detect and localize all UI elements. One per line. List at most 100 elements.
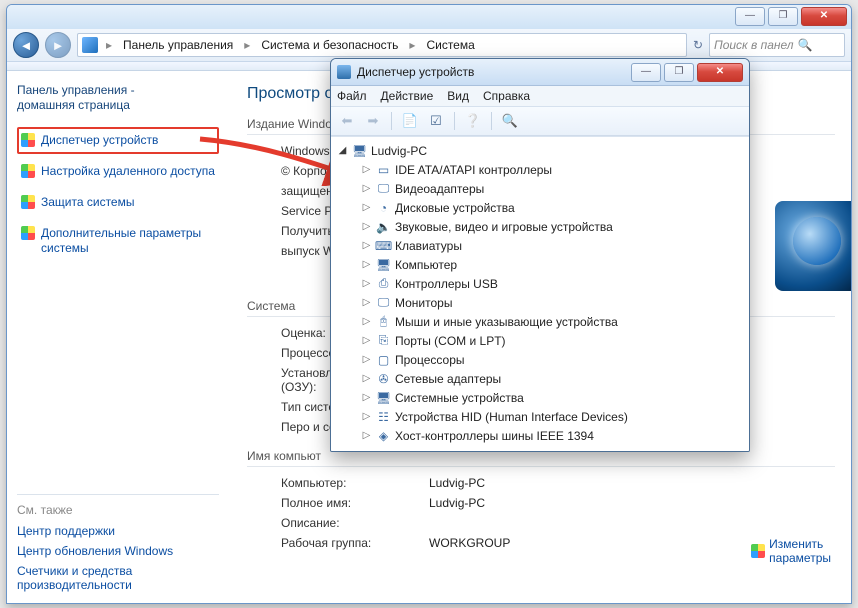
- tree-node-label: Видеоадаптеры: [395, 182, 484, 196]
- fullname-label: Полное имя:: [281, 496, 421, 510]
- expander-icon[interactable]: [361, 221, 372, 232]
- main-close-button[interactable]: [801, 7, 847, 26]
- dm-title: Диспетчер устройств: [357, 65, 625, 79]
- device-tree[interactable]: 🖥Ludvig-PC▭IDE ATA/ATAPI контроллеры🖵Вид…: [331, 136, 749, 452]
- system-icon: 🖥: [376, 390, 391, 405]
- breadcrumb-sep: ▸: [240, 38, 254, 52]
- see-also-performance[interactable]: Счетчики и средства производительности: [17, 561, 219, 595]
- expander-icon[interactable]: [361, 316, 372, 327]
- tb-scan-button[interactable]: 🔍: [498, 109, 522, 133]
- expander-icon[interactable]: [361, 430, 372, 441]
- tree-node-label: Сетевые адаптеры: [395, 372, 501, 386]
- expander-icon[interactable]: [361, 183, 372, 194]
- tree-node[interactable]: ⎘Порты (COM и LPT): [335, 331, 745, 350]
- monitor-icon: 🖵: [376, 295, 391, 310]
- tree-node[interactable]: ☷Устройства HID (Human Interface Devices…: [335, 407, 745, 426]
- tree-root-label: Ludvig-PC: [371, 144, 427, 158]
- tree-node[interactable]: 🖥Компьютер: [335, 255, 745, 274]
- breadcrumb-sep: ▸: [405, 38, 419, 52]
- tree-node[interactable]: 🖰Мыши и иные указывающие устройства: [335, 312, 745, 331]
- breadcrumb-security[interactable]: Система и безопасность: [258, 38, 401, 52]
- expander-icon[interactable]: [361, 202, 372, 213]
- expander-icon[interactable]: [337, 145, 348, 156]
- keyboard-icon: ⌨: [376, 238, 391, 253]
- tree-node[interactable]: ▭IDE ATA/ATAPI контроллеры: [335, 160, 745, 179]
- expander-icon[interactable]: [361, 392, 372, 403]
- dm-titlebar[interactable]: Диспетчер устройств: [331, 59, 749, 86]
- expander-icon[interactable]: [361, 278, 372, 289]
- tree-node[interactable]: 🔈Звуковые, видео и игровые устройства: [335, 217, 745, 236]
- tree-node[interactable]: ⎙Контроллеры USB: [335, 274, 745, 293]
- dm-menubar: Файл Действие Вид Справка: [331, 86, 749, 107]
- expander-icon[interactable]: [361, 354, 372, 365]
- network-icon: ✇: [376, 371, 391, 386]
- shield-icon: [21, 195, 35, 209]
- main-maximize-button[interactable]: [768, 7, 798, 26]
- address-bar[interactable]: ▸ Панель управления ▸ Система и безопасн…: [77, 33, 687, 57]
- dm-minimize-button[interactable]: [631, 63, 661, 82]
- search-placeholder: Поиск в панел: [714, 38, 794, 52]
- expander-icon[interactable]: [361, 164, 372, 175]
- tb-help-button[interactable]: ❔: [461, 109, 485, 133]
- menu-file[interactable]: Файл: [337, 89, 367, 103]
- computer-label: Компьютер:: [281, 476, 421, 490]
- cpu-icon: ▢: [376, 352, 391, 367]
- tree-node-label: Хост-контроллеры шины IEEE 1394: [395, 429, 594, 443]
- menu-help[interactable]: Справка: [483, 89, 530, 103]
- tree-node[interactable]: 🖵Видеоадаптеры: [335, 179, 745, 198]
- sidebar-item-system-protection[interactable]: Защита системы: [17, 189, 219, 216]
- tb-properties-button[interactable]: ☑: [424, 109, 448, 133]
- tree-node[interactable]: ✇ Сетевые адаптеры: [335, 369, 745, 388]
- dm-toolbar: ⬅ ➡ 📄 ☑ ❔ 🔍: [331, 107, 749, 136]
- refresh-icon[interactable]: ↻: [693, 38, 703, 52]
- sidebar-item-advanced-settings[interactable]: Дополнительные параметры системы: [17, 220, 219, 262]
- tree-node-label: Системные устройства: [395, 391, 524, 405]
- expander-icon[interactable]: [361, 373, 372, 384]
- nav-back-button[interactable]: ◄: [13, 32, 39, 58]
- shield-icon: [21, 164, 35, 178]
- shield-icon: [21, 226, 35, 240]
- expander-icon[interactable]: [361, 411, 372, 422]
- main-minimize-button[interactable]: [735, 7, 765, 26]
- tree-node[interactable]: ⌨ Клавиатуры: [335, 236, 745, 255]
- ieee1394-icon: ◈: [376, 428, 391, 443]
- see-also-windows-update[interactable]: Центр обновления Windows: [17, 541, 219, 561]
- tree-node[interactable]: ▢Процессоры: [335, 350, 745, 369]
- nav-forward-button[interactable]: ►: [45, 32, 71, 58]
- tree-node[interactable]: 🖥 Системные устройства: [335, 388, 745, 407]
- sidebar: Панель управления - домашняя страница Ди…: [7, 71, 229, 604]
- search-box[interactable]: Поиск в панел 🔍: [709, 33, 845, 57]
- control-panel-icon: [82, 37, 98, 53]
- control-panel-home-link[interactable]: Панель управления - домашняя страница: [17, 83, 219, 113]
- expander-icon[interactable]: [361, 297, 372, 308]
- sound-icon: 🔈: [376, 219, 391, 234]
- change-settings-link[interactable]: Изменить параметры: [751, 537, 831, 565]
- see-also-action-center[interactable]: Центр поддержки: [17, 521, 219, 541]
- expander-icon[interactable]: [361, 335, 372, 346]
- menu-action[interactable]: Действие: [381, 89, 434, 103]
- tb-show-hidden-button[interactable]: 📄: [398, 109, 422, 133]
- tree-root-node[interactable]: 🖥Ludvig-PC: [335, 141, 745, 160]
- menu-view[interactable]: Вид: [447, 89, 469, 103]
- dm-maximize-button[interactable]: [664, 63, 694, 82]
- computer-icon: 🖥: [376, 257, 391, 272]
- main-titlebar[interactable]: [7, 5, 851, 29]
- tree-node-label: Мониторы: [395, 296, 452, 310]
- tree-node[interactable]: ◔Дисковые устройства: [335, 198, 745, 217]
- sidebar-item-device-manager[interactable]: Диспетчер устройств: [17, 127, 219, 154]
- tree-node[interactable]: 🖵 Мониторы: [335, 293, 745, 312]
- device-manager-window: Диспетчер устройств Файл Действие Вид Сп…: [330, 58, 750, 452]
- dm-close-button[interactable]: [697, 63, 743, 82]
- breadcrumb-system[interactable]: Система: [423, 38, 477, 52]
- expander-icon[interactable]: [361, 240, 372, 251]
- breadcrumb-control-panel[interactable]: Панель управления: [120, 38, 236, 52]
- tree-node-label: Клавиатуры: [395, 239, 462, 253]
- tree-node[interactable]: ◈ Хост-контроллеры шины IEEE 1394: [335, 426, 745, 445]
- sidebar-item-remote-settings[interactable]: Настройка удаленного доступа: [17, 158, 219, 185]
- expander-icon[interactable]: [361, 259, 372, 270]
- shield-icon: [21, 133, 35, 147]
- search-icon: 🔍: [798, 38, 813, 52]
- tb-forward-button: ➡: [361, 109, 385, 133]
- disk-icon: ◔: [376, 200, 391, 215]
- mouse-icon: 🖰: [376, 314, 391, 329]
